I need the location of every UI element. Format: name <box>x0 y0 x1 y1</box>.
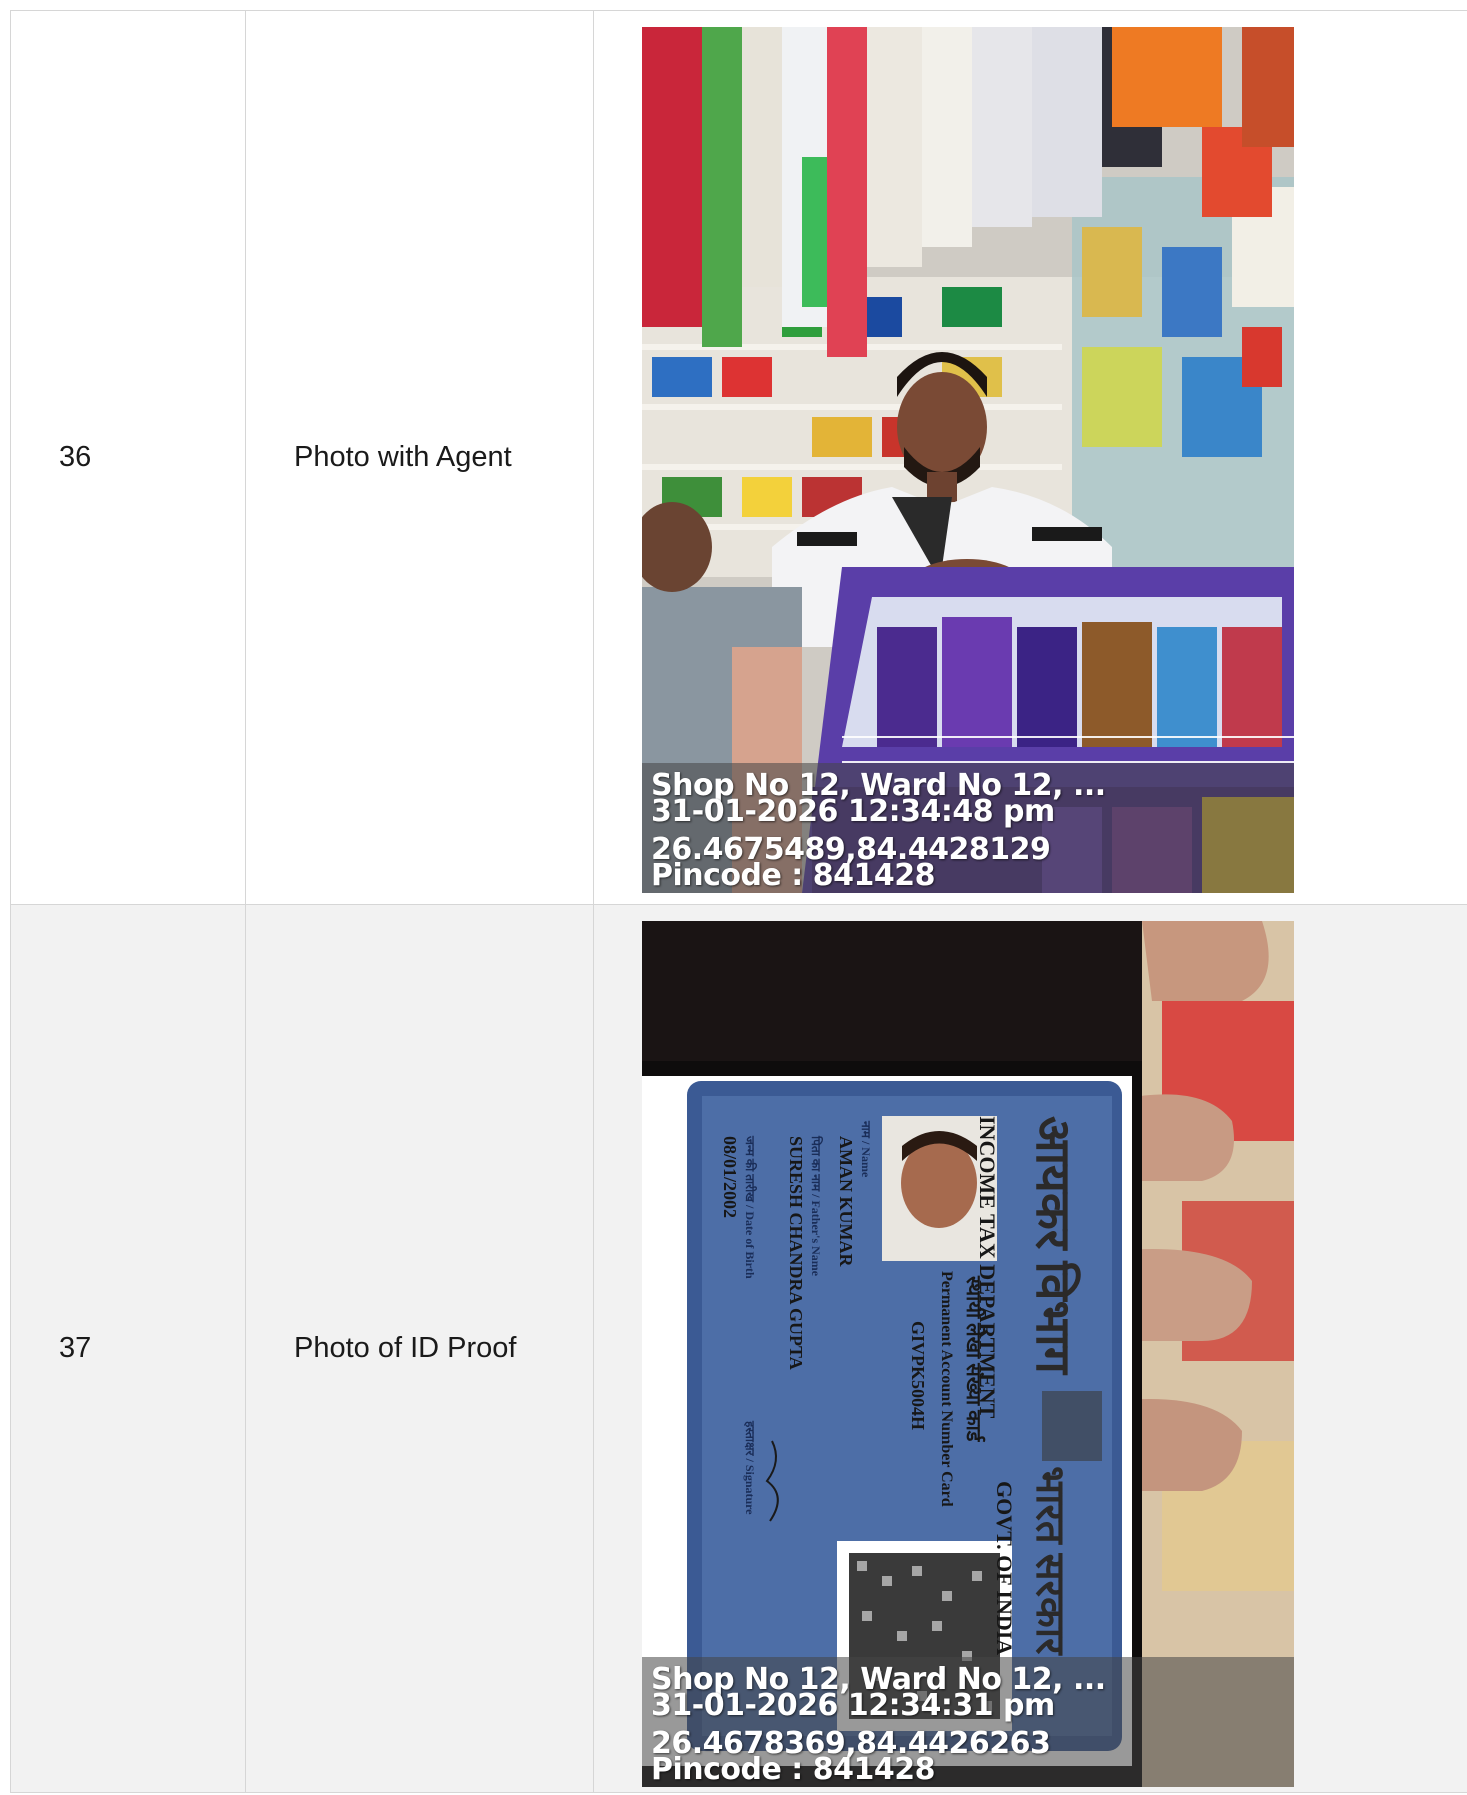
card-type-english: Permanent Account Number Card <box>938 1271 955 1507</box>
row-number: 37 <box>10 904 246 1793</box>
row-label: Photo of ID Proof <box>245 904 594 1793</box>
card-signature-label: हस्ताक्षर / Signature <box>743 1420 757 1515</box>
card-govt-english: GOVT. OF INDIA <box>992 1481 1017 1655</box>
card-dept-hindi: आयकर विभाग <box>1026 1116 1081 1376</box>
card-dob: 08/01/2002 <box>720 1136 740 1218</box>
stamp-pincode: Pincode : 841428 <box>651 1752 935 1787</box>
card-dob-label: जन्म की तारीख / Date of Birth <box>743 1135 757 1279</box>
row-label: Photo with Agent <box>245 10 594 905</box>
stamp-pincode: Pincode : 841428 <box>651 858 935 893</box>
card-pan-number: GIVPK5004H <box>908 1321 928 1430</box>
photo-cell: Shop No 12, Ward No 12, ... 31-01-2026 1… <box>593 10 1467 905</box>
agent-photo[interactable]: Shop No 12, Ward No 12, ... 31-01-2026 1… <box>642 27 1294 893</box>
card-father-name: SURESH CHANDRA GUPTA <box>786 1136 806 1370</box>
row-number: 36 <box>10 10 246 905</box>
stamp-datetime: 31-01-2026 12:34:31 pm <box>651 1688 1055 1723</box>
id-proof-photo[interactable]: आयकर विभाग INCOME TAX DEPARTMENT भारत सर… <box>642 921 1294 1787</box>
card-name: AMAN KUMAR <box>836 1136 856 1267</box>
stamp-datetime: 31-01-2026 12:34:48 pm <box>651 794 1055 829</box>
table-row: 36 Photo with Agent Shop No 12, Ward No … <box>10 10 1467 905</box>
card-govt-hindi: भारत सरकार <box>1028 1466 1073 1656</box>
card-type-hindi: स्थायी लेखा संख्या कार्ड <box>962 1275 986 1443</box>
submission-table: 36 Photo with Agent Shop No 12, Ward No … <box>10 10 1467 1793</box>
card-name-label: नाम / Name <box>859 1120 873 1178</box>
table-row: 37 Photo of ID Proof आयकर विभाग INCOME T… <box>10 904 1467 1793</box>
photo-cell: आयकर विभाग INCOME TAX DEPARTMENT भारत सर… <box>593 904 1467 1793</box>
geotag-stamp: Shop No 12, Ward No 12, ... 31-01-2026 1… <box>642 763 1294 893</box>
geotag-stamp: Shop No 12, Ward No 12, ... 31-01-2026 1… <box>642 1657 1294 1787</box>
card-father-label: पिता का नाम / Father's Name <box>809 1135 823 1277</box>
